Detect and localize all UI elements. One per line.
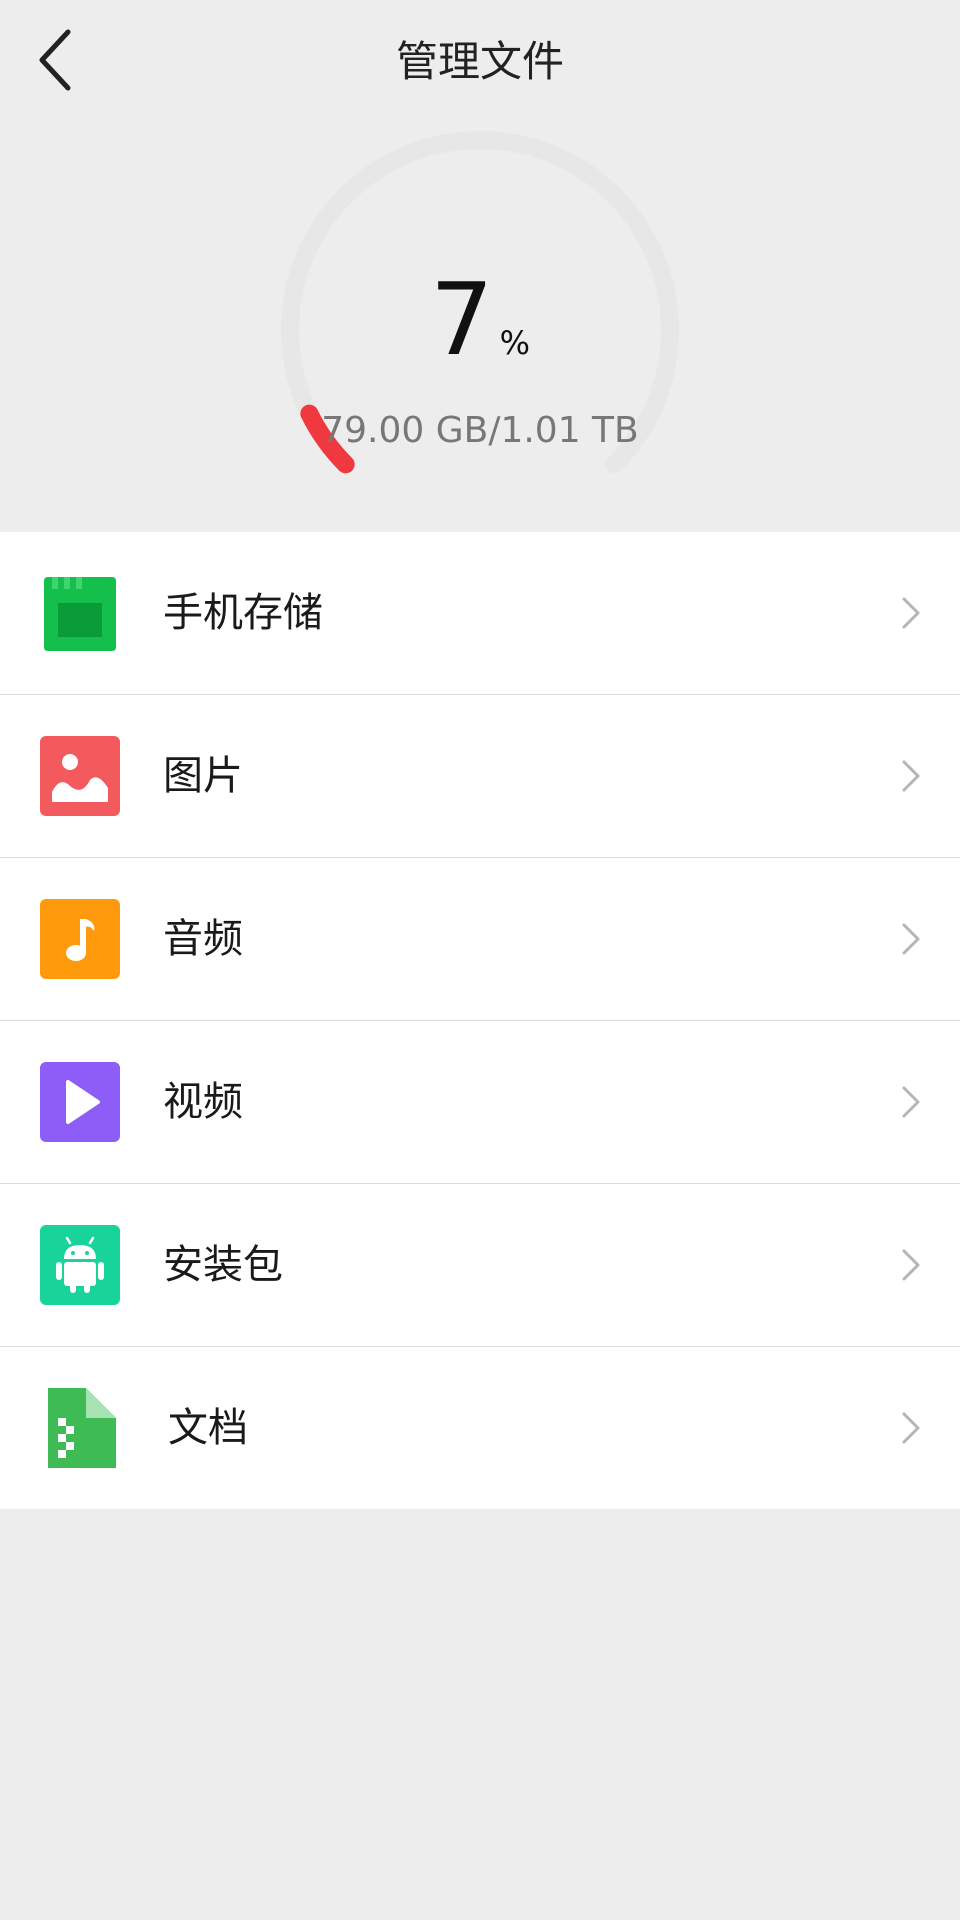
header: 管理文件 <box>0 0 960 110</box>
chevron-right-icon <box>902 760 920 792</box>
category-label: 手机存储 <box>163 590 323 636</box>
usage-percent: 7% <box>270 270 690 370</box>
sd-card-icon <box>40 573 120 653</box>
category-label: 视频 <box>163 1079 243 1125</box>
chevron-right-icon <box>902 1086 920 1118</box>
category-label: 文档 <box>168 1405 248 1451</box>
file-category-list: 手机存储 图片 音频 视频 安装包 文档 <box>0 532 960 1509</box>
chevron-right-icon <box>902 597 920 629</box>
play-icon <box>40 1062 120 1142</box>
image-icon <box>40 736 120 816</box>
category-label: 图片 <box>163 753 243 799</box>
category-row-audio[interactable]: 音频 <box>0 858 960 1021</box>
chevron-right-icon <box>902 1249 920 1281</box>
page-title: 管理文件 <box>395 37 564 86</box>
music-note-icon <box>40 899 120 979</box>
category-row-documents[interactable]: 文档 <box>0 1347 960 1509</box>
storage-gauge: 7% 79.00 GB/1.01 TB <box>270 120 690 540</box>
chevron-right-icon <box>902 1412 920 1444</box>
android-icon <box>40 1225 120 1305</box>
usage-text: 79.00 GB/1.01 TB <box>321 410 639 451</box>
category-row-phone-storage[interactable]: 手机存储 <box>0 532 960 695</box>
category-label: 安装包 <box>163 1242 283 1288</box>
usage-percent-unit: % <box>499 324 531 362</box>
usage-percent-number: 7 <box>429 261 494 378</box>
chevron-right-icon <box>902 923 920 955</box>
category-row-video[interactable]: 视频 <box>0 1021 960 1184</box>
document-icon <box>40 1388 120 1468</box>
category-row-packages[interactable]: 安装包 <box>0 1184 960 1347</box>
category-row-images[interactable]: 图片 <box>0 695 960 858</box>
category-label: 音频 <box>163 916 243 962</box>
